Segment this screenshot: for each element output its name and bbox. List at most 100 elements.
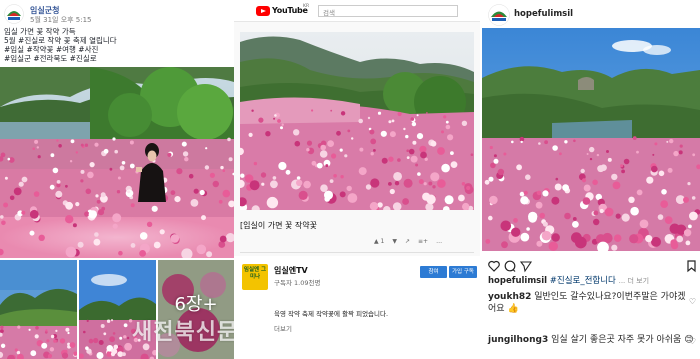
share-send-icon[interactable] [519,261,533,273]
peony-flower [13,187,22,196]
peony-flower [389,188,395,195]
caption-more-link[interactable]: ... 더 보기 [619,277,649,285]
peony-flower [77,241,84,248]
peony-flower [240,173,245,178]
peony-flower [685,240,691,246]
peony-flower [462,202,470,210]
peony-flower [205,147,208,150]
peony-flower [397,111,402,117]
like-button[interactable]: ▲ 1 [374,238,384,245]
comment-like-icon[interactable]: ♡ [689,337,696,346]
subscribe-button[interactable]: 가입 구독 [449,266,477,278]
youtube-logo[interactable]: YouTube KR [256,4,314,17]
peony-flower [406,149,409,152]
peony-flower [542,190,549,197]
peony-flower [630,206,639,216]
peony-flower [201,215,206,221]
peony-flower [212,180,219,188]
peony-flower [458,194,465,202]
peony-flower [303,180,311,189]
peony-flower [539,212,545,219]
peony-flower [206,251,213,258]
peony-flower [45,329,48,332]
peony-flower [220,165,224,170]
post-timestamp[interactable]: 5월 31일 오후 5:15 [30,15,92,25]
peony-flower [32,147,35,150]
peony-flower [657,214,664,220]
bookmark-icon[interactable] [687,260,696,273]
comment-username[interactable]: jungilhong3 [488,335,548,345]
facebook-post: 임실군청 5월 31일 오후 5:15 임실 가면 꽃 작약 가득 5월 #진실… [0,0,234,359]
peony-flower [339,148,343,152]
join-button[interactable]: 참여 [420,266,447,278]
peony-flower [204,165,210,170]
photo-thumbnail[interactable] [0,260,77,359]
imsil-logo-icon[interactable] [4,4,24,24]
peony-flower [296,179,303,186]
peony-flower [29,209,39,219]
peony-flower [266,196,279,209]
peony-flower [72,223,77,228]
comment-icon[interactable] [504,260,516,272]
peony-flower [34,139,39,144]
search-input[interactable]: 검색 [318,5,458,17]
peony-flower [83,330,86,334]
post-caption: hopefulimsil #진실로_전합니다 ... 더 보기 [488,274,649,286]
peony-flower [53,339,57,343]
peony-flower [593,218,600,226]
peony-flower [623,158,630,165]
peony-flower [65,184,68,188]
peony-flower [551,196,560,205]
channel-name[interactable]: 임실엔TV [274,265,308,276]
peony-flower [199,189,205,196]
peony-flower [340,111,346,116]
post-text: 임실 가면 꽃 작약 가득 5월 #진실로 작약 꽃 축제 열립니다 #임실 #… [4,27,230,63]
peony-flower [687,182,691,186]
caption-hashtag[interactable]: #진실로_전합니다 [550,276,616,286]
peony-flower [611,244,618,251]
channel-avatar[interactable]: 임실엔 그미나 [242,264,268,290]
peony-flower [159,229,165,235]
comment-like-icon[interactable]: ♡ [689,297,696,306]
show-more-link[interactable]: 더보기 [274,323,292,333]
mountain-field-photo [0,260,77,359]
peony-flower [613,234,622,242]
peony-flower [441,130,444,134]
account-handle[interactable]: hopefulimsil [514,9,573,19]
peony-flower [461,182,466,186]
imsil-logo-icon[interactable] [488,4,510,26]
peony-flower [0,329,4,333]
peony-flower [586,153,589,155]
peony-flower [406,156,410,159]
peony-flower [103,332,107,336]
peony-flower [417,172,421,176]
peony-flower [654,142,658,146]
peony-flower [411,121,417,127]
peony-flower [606,150,609,153]
post-main-photo[interactable] [0,67,234,258]
peony-flower [511,227,521,237]
peony-flower [344,154,348,158]
comment-username[interactable]: youkh82 [488,292,531,302]
caption-username[interactable]: hopefulimsil [488,276,547,286]
watermark-text: 새전북신문 [132,320,234,345]
share-button[interactable]: ↗ [405,238,410,245]
video-player[interactable] [240,32,474,210]
peony-flower [311,109,314,112]
peony-flower [50,334,55,339]
peony-flower [109,167,113,171]
comment-item: youkh82 일반인도 갈수있나요?이번주말은 가야겠어요 👍 [488,291,688,315]
peony-flower [445,124,451,130]
post-photo[interactable] [482,28,700,251]
dislike-button[interactable]: ▼ [392,238,397,245]
save-button[interactable]: ≡+ [418,238,428,245]
peony-flower [59,338,66,344]
more-options-button[interactable]: … [436,238,442,245]
peony-flower [273,117,276,120]
peony-flower [664,216,673,225]
peony-flower [535,201,543,209]
peony-flower [511,140,514,144]
peony-flower [484,179,490,185]
like-heart-icon[interactable] [488,260,500,272]
peony-flower [541,230,552,241]
